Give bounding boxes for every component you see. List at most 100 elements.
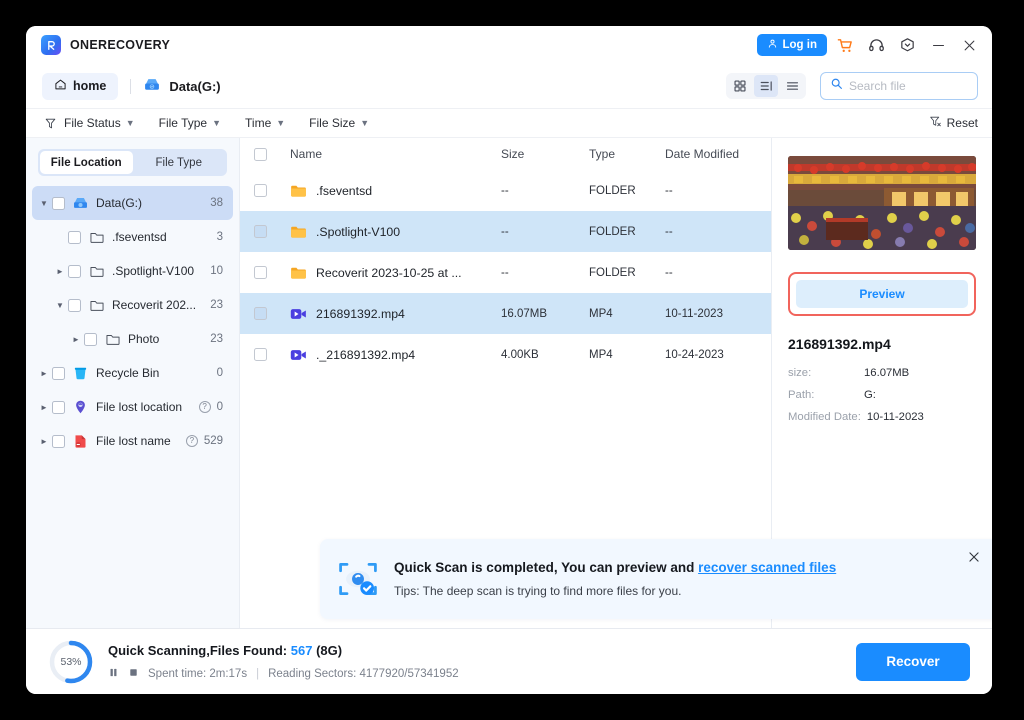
select-all-checkbox-cell[interactable] bbox=[254, 147, 290, 161]
tree-item-checkbox[interactable] bbox=[52, 196, 65, 210]
twisty-right-icon[interactable]: ► bbox=[36, 437, 52, 446]
tree-item-checkbox[interactable] bbox=[52, 366, 65, 380]
tree-item-recycle-bin[interactable]: ► Recycle Bin 0 bbox=[32, 356, 233, 390]
tree-item-data-g[interactable]: ▼ Data(G:) 38 bbox=[32, 186, 233, 220]
twisty-down-icon[interactable]: ▼ bbox=[52, 301, 68, 310]
close-icon[interactable] bbox=[956, 32, 982, 58]
table-row[interactable]: Recoverit 2023-10-25 at ... -- FOLDER -- bbox=[240, 252, 771, 293]
headset-icon[interactable] bbox=[863, 32, 889, 58]
tree-item-checkbox[interactable] bbox=[52, 434, 65, 448]
filter-file-size[interactable]: File Size ▼ bbox=[309, 116, 369, 130]
column-header-type[interactable]: Type bbox=[589, 147, 665, 161]
preview-button[interactable]: Preview bbox=[796, 280, 968, 308]
app-window: ONERECOVERY Log in home Data(G:) Search … bbox=[26, 26, 992, 694]
row-checkbox[interactable] bbox=[254, 184, 267, 197]
login-button[interactable]: Log in bbox=[756, 34, 827, 56]
list-view-button[interactable] bbox=[780, 75, 804, 97]
folder-outline-icon bbox=[104, 331, 121, 347]
column-header-size[interactable]: Size bbox=[501, 147, 589, 161]
breadcrumb-drive[interactable]: Data(G:) bbox=[143, 77, 221, 96]
filter-time[interactable]: Time ▼ bbox=[245, 116, 285, 130]
tab-file-location[interactable]: File Location bbox=[40, 151, 133, 174]
help-icon[interactable]: ? bbox=[185, 435, 198, 447]
help-icon[interactable]: ? bbox=[198, 401, 211, 413]
row-checkbox-cell[interactable] bbox=[254, 348, 290, 361]
grid-view-button[interactable] bbox=[728, 75, 752, 97]
row-checkbox-cell[interactable] bbox=[254, 266, 290, 279]
gear-icon[interactable] bbox=[894, 32, 920, 58]
search-input[interactable] bbox=[849, 79, 968, 93]
pause-icon[interactable] bbox=[108, 667, 119, 681]
tree-item-checkbox[interactable] bbox=[84, 332, 97, 346]
tree-item-label: Recoverit 202... bbox=[112, 298, 197, 312]
row-checkbox-cell[interactable] bbox=[254, 184, 290, 197]
twisty-right-icon[interactable]: ► bbox=[68, 335, 84, 344]
cell-date: -- bbox=[665, 266, 673, 279]
tree-item-label: Recycle Bin bbox=[96, 366, 160, 380]
table-row[interactable]: ._216891392.mp4 4.00KB MP4 10-24-2023 bbox=[240, 334, 771, 375]
select-all-checkbox[interactable] bbox=[254, 147, 267, 161]
tree-item-checkbox[interactable] bbox=[68, 264, 81, 278]
tree-item-file-lost-location[interactable]: ► File lost location? 0 bbox=[32, 390, 233, 424]
tree-item-file-lost-name[interactable]: ► File lost name? 529 bbox=[32, 424, 233, 458]
tree-item-checkbox[interactable] bbox=[68, 298, 81, 312]
column-header-name[interactable]: Name bbox=[290, 147, 322, 161]
row-checkbox[interactable] bbox=[254, 225, 267, 238]
notification-tip: Tips: The deep scan is trying to find mo… bbox=[394, 584, 682, 598]
tree-item-label: File lost name bbox=[96, 434, 171, 448]
tree-item-checkbox[interactable] bbox=[68, 230, 81, 244]
view-mode-toggle bbox=[726, 73, 806, 99]
cell-name: ._216891392.mp4 bbox=[290, 348, 501, 362]
video-icon bbox=[290, 307, 307, 321]
close-icon[interactable] bbox=[964, 547, 984, 567]
filter-file-status[interactable]: File Status ▼ bbox=[64, 116, 135, 130]
tree-item-spotlight-v100[interactable]: ► .Spotlight-V100 10 bbox=[32, 254, 233, 288]
login-label: Log in bbox=[782, 39, 818, 51]
recover-scanned-files-link[interactable]: recover scanned files bbox=[698, 560, 836, 575]
twisty-right-icon[interactable]: ► bbox=[36, 369, 52, 378]
twisty-right-icon[interactable]: ► bbox=[52, 267, 68, 276]
column-header-date[interactable]: Date Modified bbox=[665, 147, 771, 161]
status-bar: 53% Quick Scanning,Files Found: 567 (8G)… bbox=[26, 628, 992, 694]
meta-row-size: size: 16.07MB bbox=[788, 367, 976, 379]
twisty-right-icon[interactable]: ► bbox=[36, 403, 52, 412]
tree-item-fseventsd[interactable]: .fseventsd 3 bbox=[32, 220, 233, 254]
reset-filters-button[interactable]: Reset bbox=[929, 115, 978, 131]
tree-item-photo[interactable]: ► Photo 23 bbox=[32, 322, 233, 356]
recover-button[interactable]: Recover bbox=[856, 642, 970, 681]
filter-file-type[interactable]: File Type ▼ bbox=[159, 116, 221, 130]
search-box[interactable] bbox=[820, 72, 978, 100]
filter-reset-icon bbox=[929, 115, 942, 131]
row-checkbox-cell[interactable] bbox=[254, 225, 290, 238]
minimize-icon[interactable] bbox=[925, 32, 951, 58]
cart-icon[interactable] bbox=[832, 32, 858, 58]
table-row[interactable]: .Spotlight-V100 -- FOLDER -- bbox=[240, 211, 771, 252]
cell-type: FOLDER bbox=[589, 184, 636, 197]
filter-label: File Type bbox=[158, 116, 208, 130]
row-checkbox[interactable] bbox=[254, 307, 267, 320]
row-checkbox-cell[interactable] bbox=[254, 307, 290, 320]
filter-label: File Size bbox=[309, 116, 356, 130]
detail-view-button[interactable] bbox=[754, 75, 778, 97]
stop-icon[interactable] bbox=[128, 667, 139, 681]
location-tree: ▼ Data(G:) 38 .fseventsd 3 ► .Spotlight-V100 10… bbox=[26, 186, 239, 458]
twisty-down-icon[interactable]: ▼ bbox=[36, 199, 52, 208]
table-row[interactable]: 216891392.mp4 16.07MB MP4 10-11-2023 bbox=[240, 293, 771, 334]
tab-file-type[interactable]: File Type bbox=[133, 151, 226, 174]
folder-outline-icon bbox=[88, 229, 105, 245]
table-row[interactable]: .fseventsd -- FOLDER -- bbox=[240, 170, 771, 211]
cell-type: FOLDER bbox=[589, 266, 636, 279]
meta-key: Path: bbox=[788, 389, 815, 401]
row-checkbox[interactable] bbox=[254, 348, 267, 361]
cell-size: -- bbox=[501, 225, 509, 238]
breadcrumb-home[interactable]: home bbox=[42, 72, 119, 100]
user-icon bbox=[767, 38, 778, 52]
folder-icon bbox=[290, 184, 307, 198]
tab-label: File Location bbox=[50, 156, 122, 169]
tree-item-recoverit-202[interactable]: ▼ Recoverit 202... 23 bbox=[32, 288, 233, 322]
row-checkbox[interactable] bbox=[254, 266, 267, 279]
video-thumbnail[interactable] bbox=[788, 156, 976, 250]
file-rows: .fseventsd -- FOLDER -- .Spotlight-V100 -- FOL… bbox=[240, 170, 771, 375]
tree-item-count: 0 bbox=[216, 367, 223, 379]
tree-item-checkbox[interactable] bbox=[52, 400, 65, 414]
